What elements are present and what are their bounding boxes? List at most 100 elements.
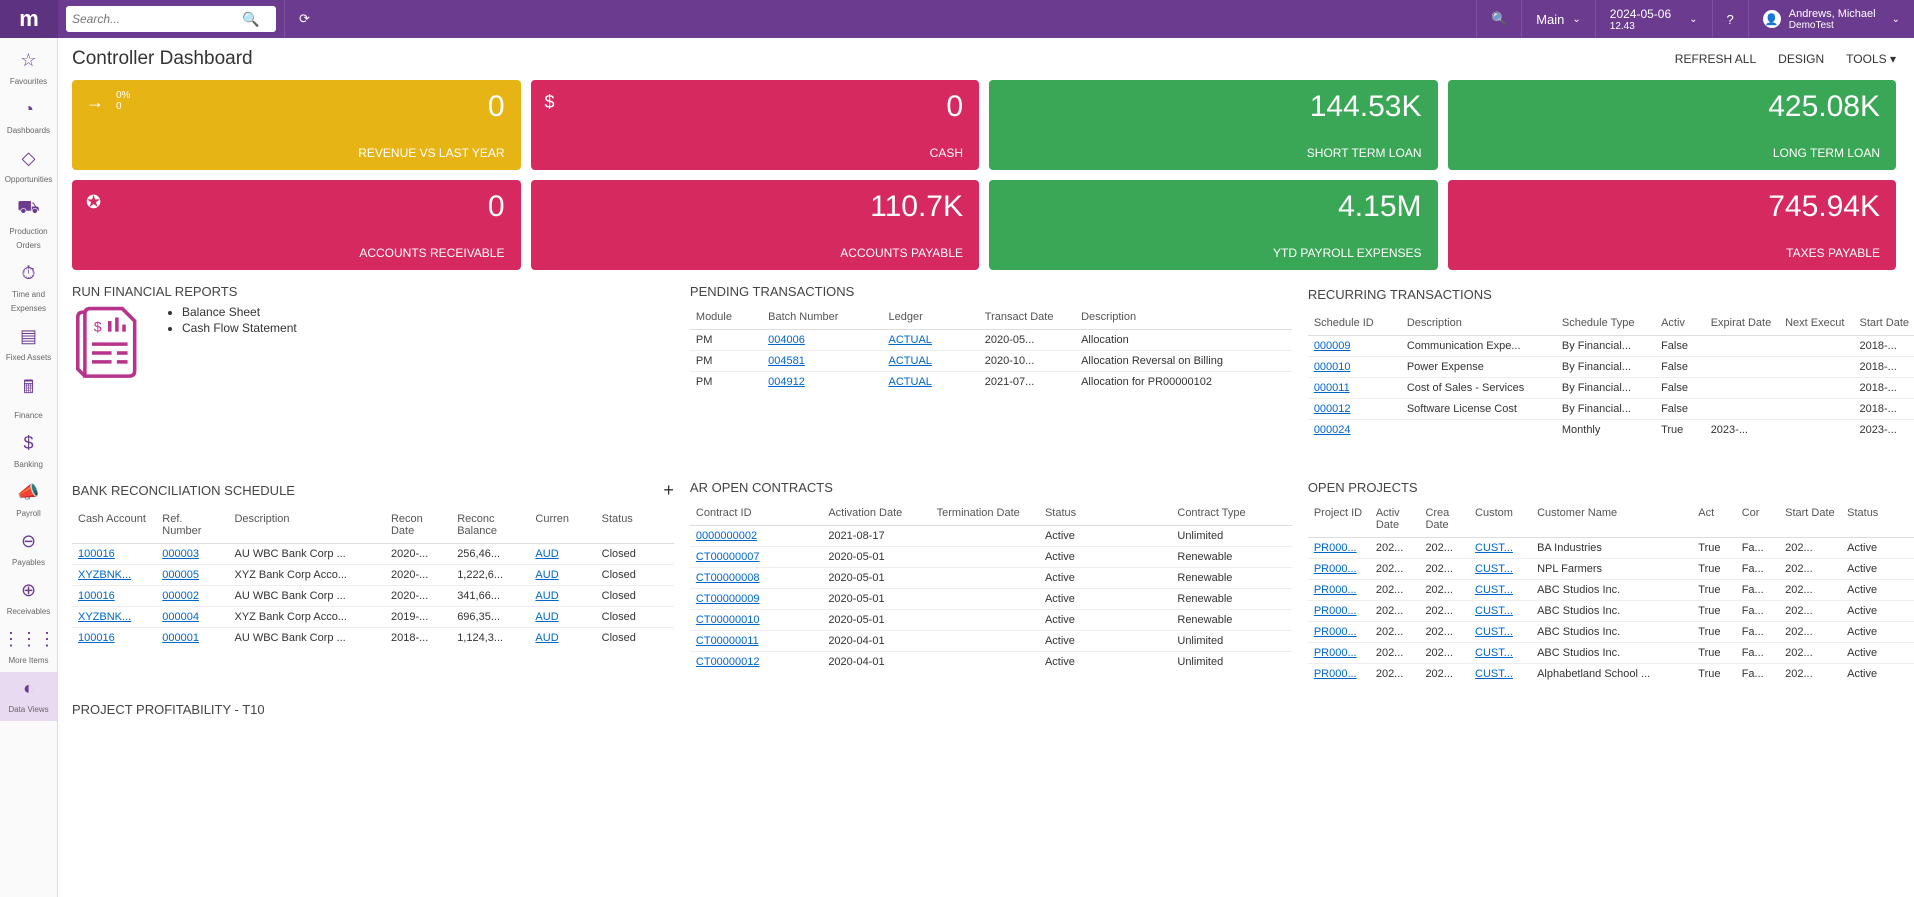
cell[interactable]: 004912 xyxy=(762,372,882,393)
column-header[interactable]: Status xyxy=(1039,501,1171,526)
cell[interactable]: 100016 xyxy=(72,544,156,565)
cell[interactable]: 000009 xyxy=(1308,336,1401,357)
link[interactable]: CT00000012 xyxy=(696,656,760,668)
link[interactable]: CT00000010 xyxy=(696,614,760,626)
link[interactable]: 100016 xyxy=(78,548,115,560)
link[interactable]: PR000... xyxy=(1314,584,1357,596)
sidebar-item[interactable]: ◇Opportunities xyxy=(0,142,57,191)
link[interactable]: 004581 xyxy=(768,355,805,367)
sidebar-item[interactable]: ⊖Payables xyxy=(0,525,57,574)
link[interactable]: 000004 xyxy=(162,611,199,623)
table-row[interactable]: PR000...202...202...CUST...NPL FarmersTr… xyxy=(1308,559,1914,580)
table-row[interactable]: 000012Software License CostBy Financial.… xyxy=(1308,399,1914,420)
link[interactable]: CUST... xyxy=(1475,605,1513,617)
column-header[interactable]: Transact Date xyxy=(979,305,1075,330)
sidebar-item[interactable]: ⊕Receivables xyxy=(0,574,57,623)
table-row[interactable]: CT000000082020-05-01ActiveRenewable xyxy=(690,568,1292,589)
table-row[interactable]: PR000...202...202...CUST...Alphabetland … xyxy=(1308,664,1914,685)
column-header[interactable]: Curren xyxy=(529,507,595,544)
cell[interactable]: CUST... xyxy=(1469,601,1531,622)
link[interactable]: CT00000009 xyxy=(696,593,760,605)
column-header[interactable]: Reconc Balance xyxy=(451,507,529,544)
cell[interactable]: ACTUAL xyxy=(883,351,979,372)
search-icon[interactable]: 🔍 xyxy=(242,11,259,28)
link[interactable]: ACTUAL xyxy=(889,355,932,367)
sidebar-item[interactable]: ⋮⋮⋮More Items xyxy=(0,623,57,672)
cell[interactable]: XYZBNK... xyxy=(72,607,156,628)
kpi-card[interactable]: →0%00REVENUE VS LAST YEAR xyxy=(72,80,521,170)
user-menu[interactable]: 👤 Andrews, Michael DemoTest ⌄ xyxy=(1748,0,1914,38)
column-header[interactable]: Customer Name xyxy=(1531,501,1692,538)
column-header[interactable]: Start Date xyxy=(1779,501,1841,538)
link[interactable]: PR000... xyxy=(1314,626,1357,638)
cell[interactable]: CT00000008 xyxy=(690,568,822,589)
cell[interactable]: CUST... xyxy=(1469,643,1531,664)
link[interactable]: 000005 xyxy=(162,569,199,581)
page-action[interactable]: TOOLS ▾ xyxy=(1846,52,1896,66)
column-header[interactable]: Custom xyxy=(1469,501,1531,538)
table-row[interactable]: PR000...202...202...CUST...ABC Studios I… xyxy=(1308,601,1914,622)
cell[interactable]: 004006 xyxy=(762,330,882,351)
cell[interactable]: 100016 xyxy=(72,586,156,607)
link[interactable]: AUD xyxy=(535,611,558,623)
column-header[interactable]: Next Execut xyxy=(1779,311,1853,336)
link[interactable]: AUD xyxy=(535,590,558,602)
column-header[interactable]: Status xyxy=(1841,501,1914,538)
cell[interactable]: CT00000007 xyxy=(690,547,822,568)
cell[interactable]: CUST... xyxy=(1469,559,1531,580)
table-row[interactable]: 000011Cost of Sales - ServicesBy Financi… xyxy=(1308,378,1914,399)
table-row[interactable]: 00000000022021-08-17ActiveUnlimited xyxy=(690,526,1292,547)
cell[interactable]: 000024 xyxy=(1308,420,1401,441)
column-header[interactable]: Cor xyxy=(1736,501,1779,538)
cell[interactable]: 000005 xyxy=(156,565,228,586)
link[interactable]: 100016 xyxy=(78,632,115,644)
cell[interactable]: 004581 xyxy=(762,351,882,372)
table-row[interactable]: 000009Communication Expe...By Financial.… xyxy=(1308,336,1914,357)
link[interactable]: PR000... xyxy=(1314,668,1357,680)
cell[interactable]: AUD xyxy=(529,544,595,565)
cell[interactable]: 000012 xyxy=(1308,399,1401,420)
cell[interactable]: 000004 xyxy=(156,607,228,628)
column-header[interactable]: Cash Account xyxy=(72,507,156,544)
table-row[interactable]: CT000000072020-05-01ActiveRenewable xyxy=(690,547,1292,568)
sidebar-item[interactable]: 🖩Finance xyxy=(0,369,57,427)
sidebar-item[interactable]: ◐Data Views xyxy=(0,672,57,721)
link[interactable]: XYZBNK... xyxy=(78,611,131,623)
link[interactable]: AUD xyxy=(535,569,558,581)
link[interactable]: 000011 xyxy=(1314,382,1350,394)
link[interactable]: CUST... xyxy=(1475,563,1513,575)
table-row[interactable]: PM004581ACTUAL2020-10...Allocation Rever… xyxy=(690,351,1292,372)
table-row[interactable]: PR000...202...202...CUST...BA Industries… xyxy=(1308,538,1914,559)
table-row[interactable]: 100016000002AU WBC Bank Corp ...2020-...… xyxy=(72,586,674,607)
link[interactable]: CUST... xyxy=(1475,542,1513,554)
column-header[interactable]: Recon Date xyxy=(385,507,451,544)
cell[interactable]: PR000... xyxy=(1308,580,1370,601)
link[interactable]: XYZBNK... xyxy=(78,569,131,581)
column-header[interactable]: Description xyxy=(1401,311,1556,336)
cell[interactable]: CT00000011 xyxy=(690,631,822,652)
column-header[interactable]: Schedule Type xyxy=(1556,311,1655,336)
link[interactable]: CUST... xyxy=(1475,584,1513,596)
cell[interactable]: AUD xyxy=(529,628,595,649)
cell[interactable]: PR000... xyxy=(1308,601,1370,622)
link[interactable]: 0000000002 xyxy=(696,530,757,542)
column-header[interactable]: Ref. Number xyxy=(156,507,228,544)
kpi-card[interactable]: 745.94KTAXES PAYABLE xyxy=(1448,180,1897,270)
cell[interactable]: PR000... xyxy=(1308,559,1370,580)
link[interactable]: 004006 xyxy=(768,334,805,346)
cell[interactable]: PR000... xyxy=(1308,643,1370,664)
table-row[interactable]: CT000000122020-04-01ActiveUnlimited xyxy=(690,652,1292,673)
column-header[interactable]: Description xyxy=(1075,305,1292,330)
add-bank-recon-icon[interactable]: + xyxy=(663,480,674,501)
table-row[interactable]: 100016000001AU WBC Bank Corp ...2018-...… xyxy=(72,628,674,649)
column-header[interactable]: Activ xyxy=(1655,311,1705,336)
cell[interactable]: 100016 xyxy=(72,628,156,649)
table-row[interactable]: PR000...202...202...CUST...ABC Studios I… xyxy=(1308,643,1914,664)
table-row[interactable]: PR000...202...202...CUST...ABC Studios I… xyxy=(1308,622,1914,643)
column-header[interactable]: Activ Date xyxy=(1370,501,1420,538)
column-header[interactable]: Expirat Date xyxy=(1705,311,1779,336)
cell[interactable]: AUD xyxy=(529,565,595,586)
link[interactable]: AUD xyxy=(535,548,558,560)
link[interactable]: CT00000011 xyxy=(696,635,759,647)
kpi-card[interactable]: ✪0ACCOUNTS RECEIVABLE xyxy=(72,180,521,270)
